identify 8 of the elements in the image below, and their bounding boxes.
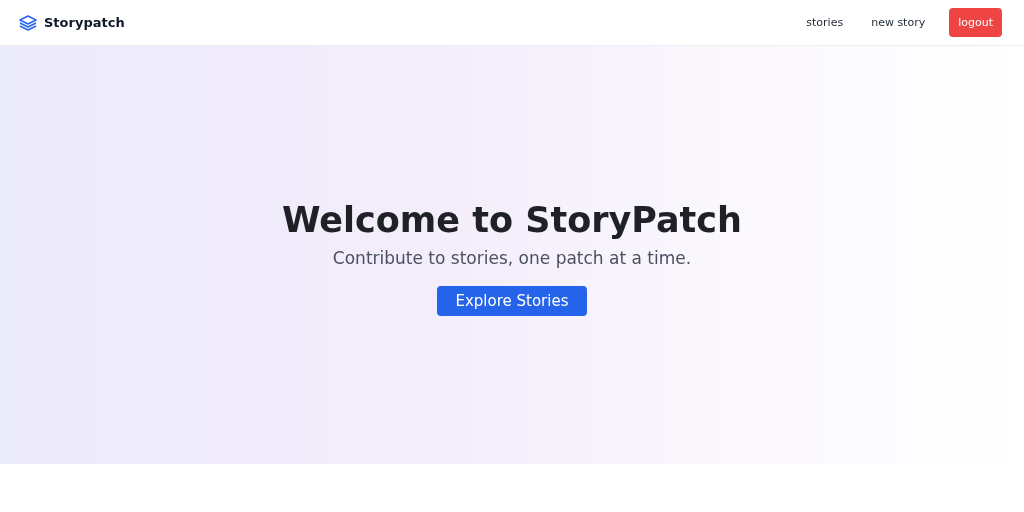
explore-button[interactable]: Explore Stories [437, 286, 587, 316]
logout-button[interactable]: logout [949, 8, 1002, 37]
brand-name[interactable]: Storypatch [44, 15, 125, 30]
hero-subtitle: Contribute to stories, one patch at a time. [332, 248, 692, 268]
layers-icon [19, 14, 37, 31]
hero-title: Welcome to StoryPatch [282, 199, 742, 240]
nav-link[interactable]: stories [802, 16, 848, 29]
nav-link[interactable]: new story [867, 16, 930, 29]
